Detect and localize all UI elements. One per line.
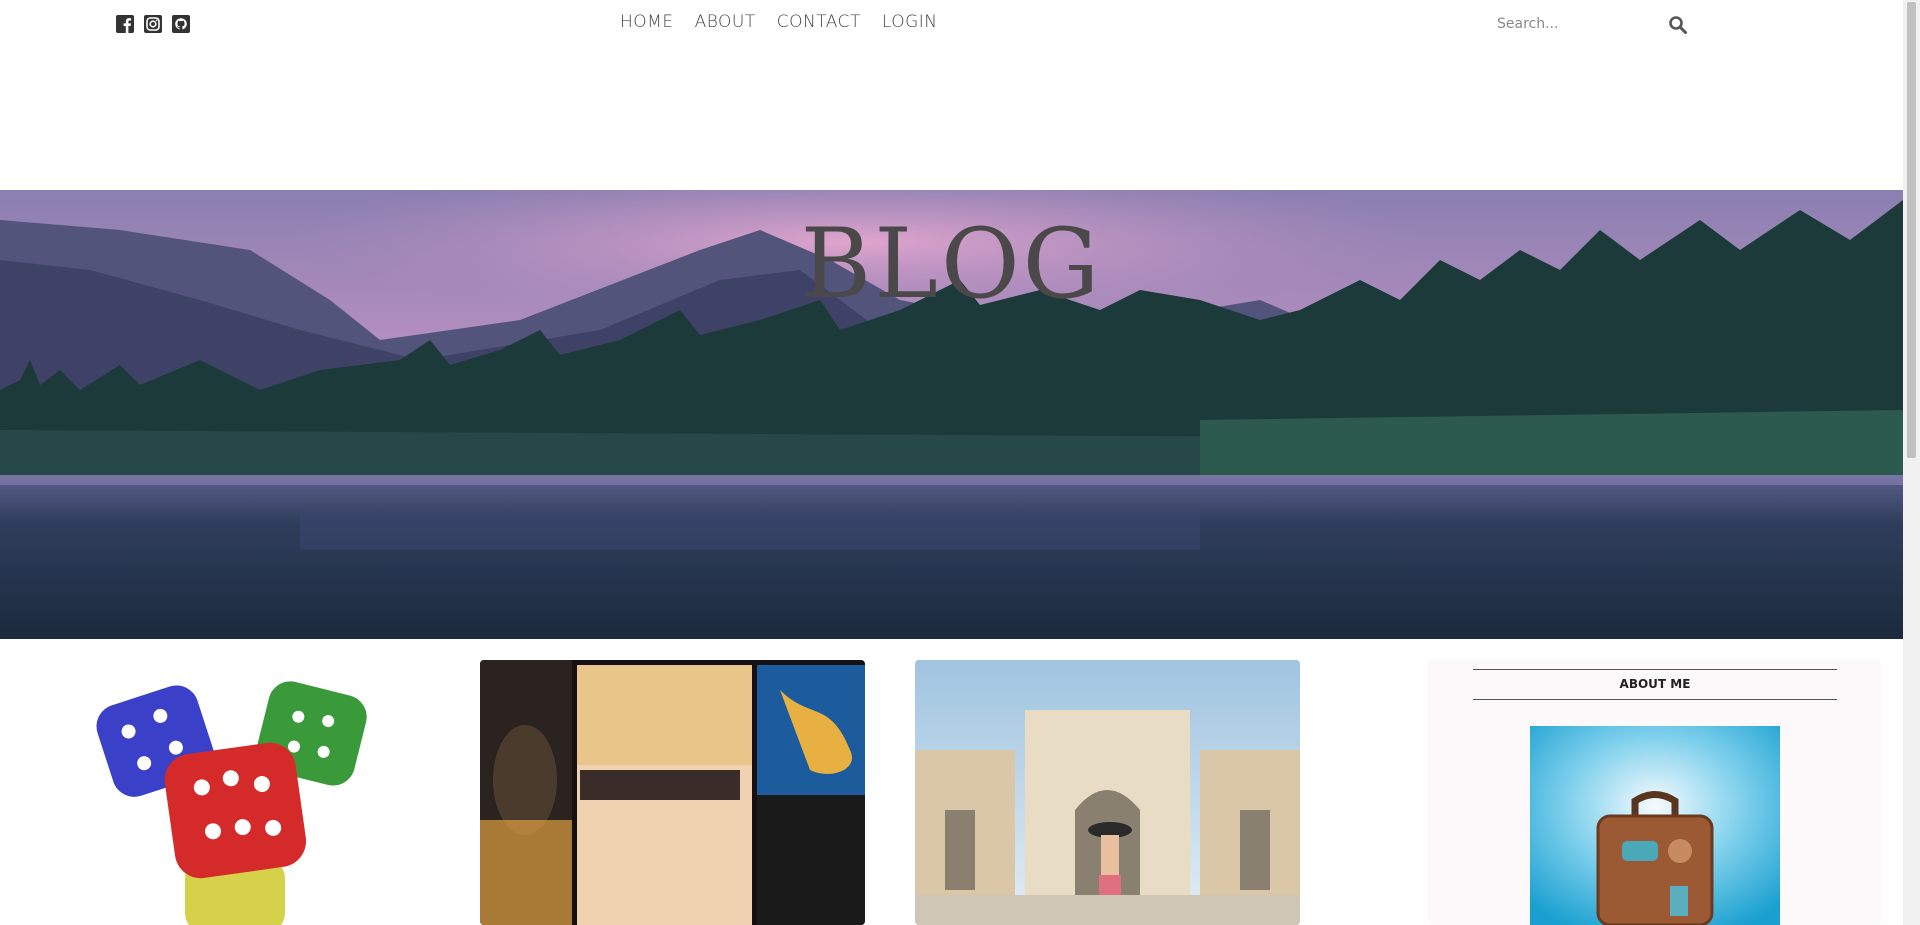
scrollbar-thumb[interactable] [1907,2,1916,458]
social-links [116,15,190,33]
post-card-books[interactable] [480,660,865,925]
palace-gate-image [915,660,1300,925]
site-header: HOME ABOUT CONTACT LOGIN [0,0,1903,50]
post-card-travel[interactable] [915,660,1300,925]
nav-home[interactable]: HOME [620,12,674,32]
search-bar [1497,12,1692,38]
about-me-image [1530,726,1780,925]
suitcase-image [1530,726,1780,925]
page-scrollbar[interactable] [1903,0,1920,925]
search-input[interactable] [1497,12,1657,36]
facebook-icon[interactable] [116,15,134,33]
github-icon[interactable] [172,15,190,33]
main-nav: HOME ABOUT CONTACT LOGIN [620,12,938,32]
sidebar: ABOUT ME [1428,660,1882,925]
hero-title: BLOG [800,208,1103,320]
post-card-dice[interactable] [95,660,375,925]
search-icon[interactable] [1668,15,1688,35]
nav-contact[interactable]: CONTACT [777,12,861,32]
nav-about[interactable]: ABOUT [695,12,756,32]
dice-image [95,660,375,925]
about-me-heading: ABOUT ME [1473,669,1837,700]
instagram-icon[interactable] [144,15,162,33]
nav-login[interactable]: LOGIN [882,12,938,32]
book-covers-image [480,660,865,925]
hero-banner: BLOG [0,190,1903,639]
